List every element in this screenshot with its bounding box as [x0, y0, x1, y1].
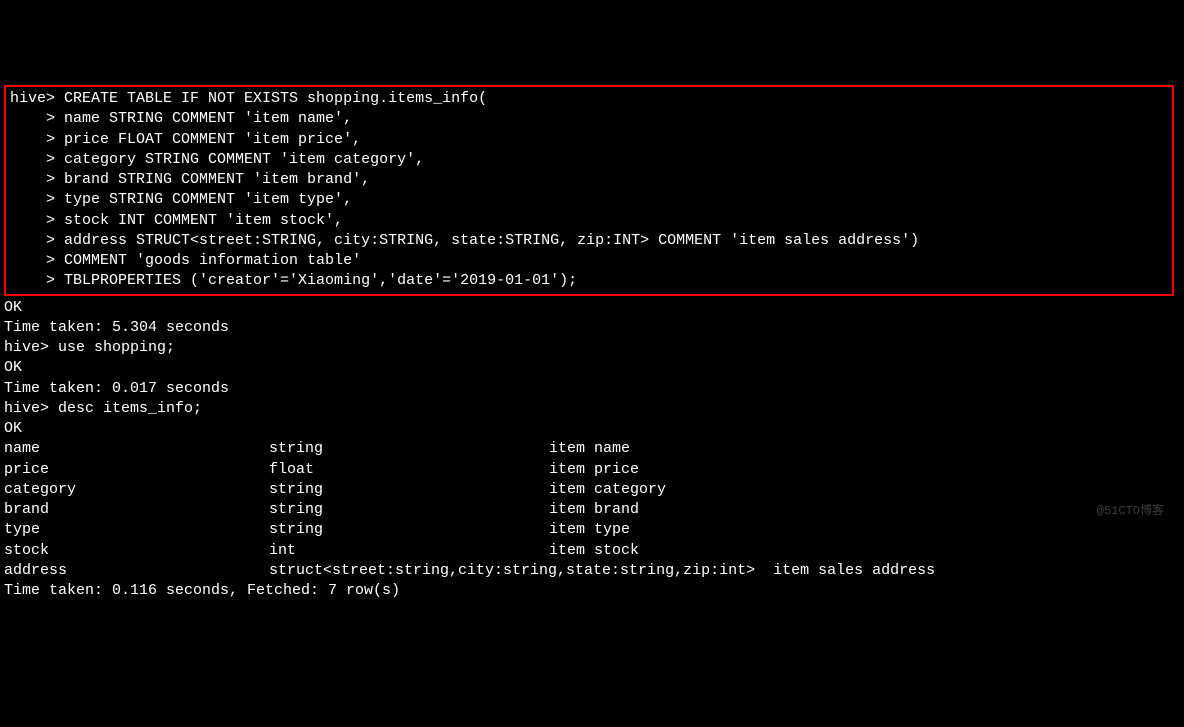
column-name: name [4, 439, 269, 459]
hive-sql-line: > price FLOAT COMMENT 'item price', [10, 130, 1168, 150]
hive-sql-line: > stock INT COMMENT 'item stock', [10, 211, 1168, 231]
output-line: Time taken: 5.304 seconds [4, 318, 1180, 338]
output-line: OK [4, 419, 1180, 439]
hive-sql-line: > name STRING COMMENT 'item name', [10, 109, 1168, 129]
column-name: price [4, 460, 269, 480]
hive-prompt: hive> [10, 89, 55, 109]
column-name: stock [4, 541, 269, 561]
continuation-prompt: > [10, 190, 55, 210]
column-name: brand [4, 500, 269, 520]
table-row: categorystringitem category [4, 480, 1180, 500]
hive-sql-line: > address STRUCT<street:STRING, city:STR… [10, 231, 1168, 251]
sql-text: CREATE TABLE IF NOT EXISTS shopping.item… [55, 89, 487, 109]
continuation-prompt: > [10, 130, 55, 150]
table-row: stockintitem stock [4, 541, 1180, 561]
continuation-prompt: > [10, 109, 55, 129]
continuation-prompt: > [10, 170, 55, 190]
continuation-prompt: > [10, 211, 55, 231]
sql-text: COMMENT 'goods information table' [55, 251, 361, 271]
table-row: addressstruct<street:string,city:string,… [4, 561, 1180, 581]
hive-sql-line: > brand STRING COMMENT 'item brand', [10, 170, 1168, 190]
column-type: string [269, 439, 549, 459]
sql-text: address STRUCT<street:STRING, city:STRIN… [55, 231, 919, 251]
hive-sql-line: > TBLPROPERTIES ('creator'='Xiaoming','d… [10, 271, 1168, 291]
continuation-prompt: > [10, 251, 55, 271]
continuation-prompt: > [10, 150, 55, 170]
command-line: hive> desc items_info; [4, 399, 1180, 419]
sql-text: brand STRING COMMENT 'item brand', [55, 170, 370, 190]
column-comment: item stock [549, 541, 1180, 561]
column-type: float [269, 460, 549, 480]
sql-text: name STRING COMMENT 'item name', [55, 109, 352, 129]
output-line: OK [4, 358, 1180, 378]
command-text: desc items_info; [49, 399, 202, 419]
command-text: use shopping; [49, 338, 175, 358]
hive-sql-line: > category STRING COMMENT 'item category… [10, 150, 1168, 170]
column-type: int [269, 541, 549, 561]
column-comment [549, 561, 1180, 581]
output-line: Time taken: 0.017 seconds [4, 379, 1180, 399]
table-row: namestringitem name [4, 439, 1180, 459]
table-row: typestringitem type [4, 520, 1180, 540]
column-type: string [269, 500, 549, 520]
terminal-output: OKTime taken: 5.304 secondshive> use sho… [4, 298, 1180, 602]
hive-sql-line: > COMMENT 'goods information table' [10, 251, 1168, 271]
column-comment: item price [549, 460, 1180, 480]
hive-prompt: hive> [4, 338, 49, 358]
watermark-text: @51CTO博客 [1097, 503, 1164, 519]
sql-text: type STRING COMMENT 'item type', [55, 190, 352, 210]
column-type: string [269, 480, 549, 500]
table-row: brandstringitem brand [4, 500, 1180, 520]
output-line: OK [4, 298, 1180, 318]
column-comment: item type [549, 520, 1180, 540]
hive-prompt: hive> [4, 399, 49, 419]
command-line: hive> use shopping; [4, 338, 1180, 358]
highlighted-command-box: hive> CREATE TABLE IF NOT EXISTS shoppin… [4, 85, 1174, 296]
column-comment: item category [549, 480, 1180, 500]
sql-text: price FLOAT COMMENT 'item price', [55, 130, 361, 150]
column-type: string [269, 520, 549, 540]
column-comment: item name [549, 439, 1180, 459]
hive-sql-line: > type STRING COMMENT 'item type', [10, 190, 1168, 210]
sql-text: stock INT COMMENT 'item stock', [55, 211, 343, 231]
sql-text: category STRING COMMENT 'item category', [55, 150, 424, 170]
column-name: address [4, 561, 269, 581]
column-name: category [4, 480, 269, 500]
continuation-prompt: > [10, 231, 55, 251]
column-comment: item brand [549, 500, 1180, 520]
hive-sql-line: hive> CREATE TABLE IF NOT EXISTS shoppin… [10, 89, 1168, 109]
sql-text: TBLPROPERTIES ('creator'='Xiaoming','dat… [55, 271, 577, 291]
output-line: Time taken: 0.116 seconds, Fetched: 7 ro… [4, 581, 1180, 601]
table-row: pricefloatitem price [4, 460, 1180, 480]
column-type: struct<street:string,city:string,state:s… [269, 561, 549, 581]
continuation-prompt: > [10, 271, 55, 291]
column-name: type [4, 520, 269, 540]
